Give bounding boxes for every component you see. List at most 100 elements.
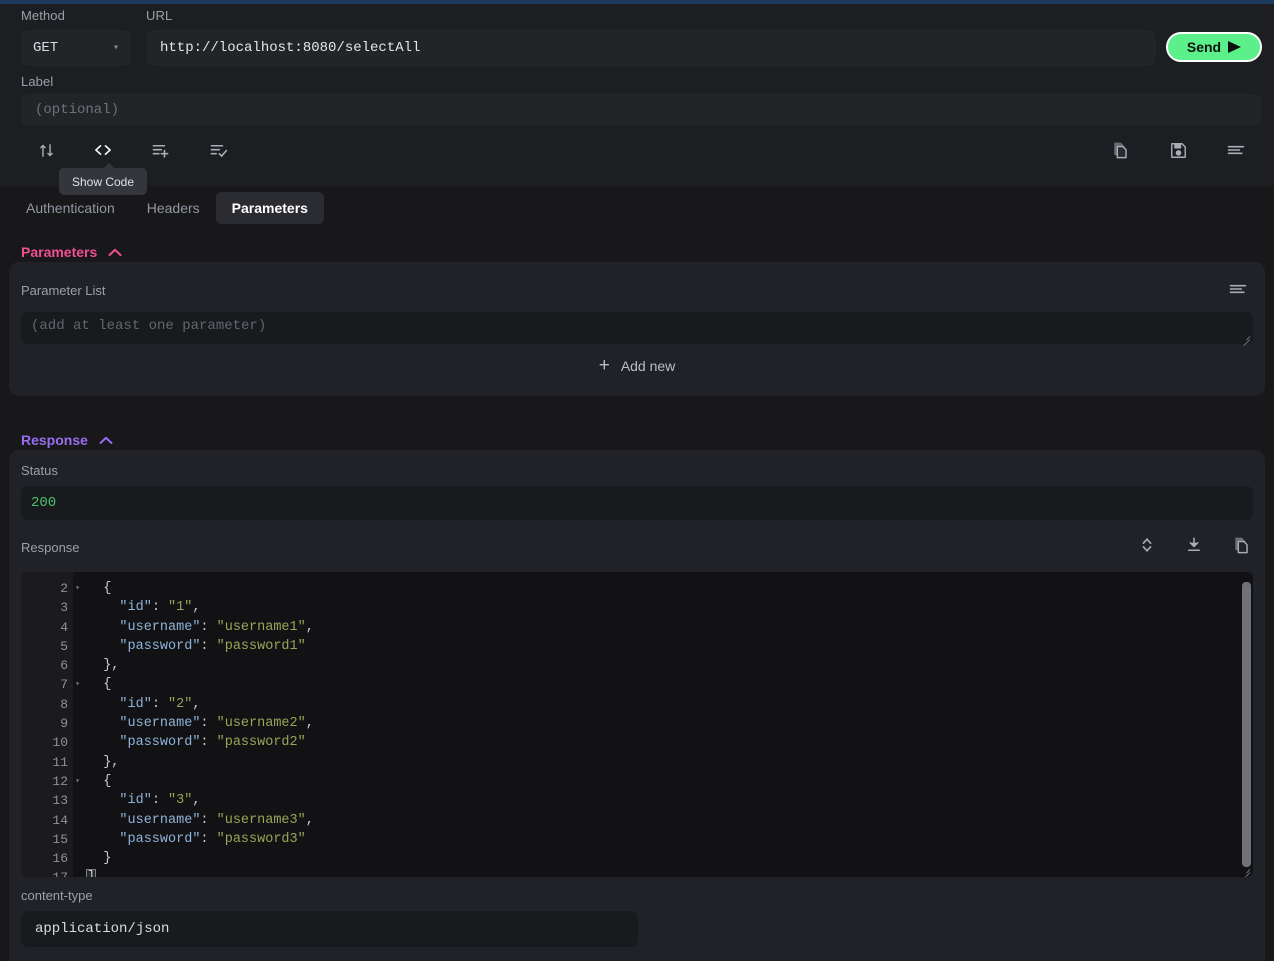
- method-select-value: GET: [33, 40, 59, 56]
- expand-collapse-icon[interactable]: [1133, 532, 1161, 558]
- menu-icon[interactable]: [1216, 130, 1256, 170]
- status-label: Status: [21, 463, 58, 478]
- editor-code-line: },: [87, 753, 1253, 772]
- parameter-list-placeholder: (add at least one parameter): [31, 318, 267, 334]
- code-token: ,: [192, 600, 201, 616]
- resize-grip-icon: [1240, 332, 1251, 347]
- code-token: "username": [119, 716, 201, 732]
- parameters-card: Parameter List (add at least one paramet…: [9, 262, 1265, 396]
- parameter-list-label: Parameter List: [21, 283, 106, 298]
- copy-icon[interactable]: [1100, 130, 1140, 170]
- sort-transfer-icon[interactable]: [26, 130, 66, 170]
- editor-scrollbar-thumb[interactable]: [1242, 582, 1251, 867]
- list-check-icon[interactable]: [198, 130, 238, 170]
- editor-code-line: {: [87, 675, 1253, 694]
- code-token: ]: [85, 869, 97, 877]
- tooltip-text: Show Code: [71, 174, 135, 189]
- editor-line-number: 12 ▾: [21, 772, 80, 791]
- editor-code-line: "password": "password2": [87, 733, 1253, 752]
- content-type-value: application/json: [21, 911, 638, 947]
- code-token: "password": [119, 735, 201, 751]
- code-token: "password3": [216, 831, 306, 847]
- code-token: ,: [305, 619, 314, 635]
- download-icon[interactable]: [1180, 532, 1208, 558]
- editor-line-number: 15: [52, 831, 68, 847]
- code-token: {: [87, 581, 112, 596]
- editor-line-numbers: 2▾ 3 4 5 67▾ 8 9 10 11 12▾ 13 14 15 1617: [21, 572, 80, 877]
- code-token: {: [87, 677, 112, 693]
- send-button-label: Send: [1186, 39, 1222, 55]
- tooltip-show-code: Show Code: [59, 163, 147, 195]
- list-plus-icon[interactable]: [140, 130, 180, 170]
- code-token: :: [200, 735, 217, 751]
- editor-code-line: "password": "password1": [87, 637, 1253, 656]
- code-token: ,: [305, 812, 314, 828]
- code-token: },: [87, 658, 120, 674]
- code-token: :: [151, 600, 169, 616]
- editor-scrollbar[interactable]: [1242, 576, 1251, 872]
- editor-line-number: 4: [60, 619, 68, 635]
- editor-code-line: {: [87, 579, 1253, 598]
- method-label: Method: [21, 8, 65, 23]
- editor-code-line: }: [87, 849, 1253, 868]
- code-token: "id": [119, 600, 152, 616]
- response-card: Status 200 Response 2 ▾ 3 4 5 6 7 ▾ 8 9 10 11 12 ▾ 13 1…: [9, 450, 1265, 961]
- code-token: :: [151, 696, 169, 712]
- tab-authentication[interactable]: Authentication: [10, 192, 131, 224]
- code-token: "password": [119, 831, 201, 847]
- code-token: "id": [119, 793, 152, 809]
- send-button[interactable]: Send: [1166, 32, 1262, 62]
- fold-toggle-icon[interactable]: ▾: [75, 675, 80, 694]
- parameters-section-header[interactable]: Parameters: [21, 244, 122, 260]
- editor-line-number: 9: [60, 716, 68, 732]
- parameter-list-input[interactable]: (add at least one parameter): [21, 312, 1253, 347]
- editor-code-content[interactable]: { "id": "1", "username": "username1", "p…: [73, 572, 1253, 877]
- parameters-section-title: Parameters: [21, 244, 98, 260]
- status-value: 200: [21, 486, 1253, 520]
- label-input[interactable]: (optional): [21, 94, 1262, 126]
- chevron-up-icon: [99, 436, 113, 444]
- code-token: {: [87, 773, 112, 789]
- add-new-label: Add new: [620, 357, 676, 374]
- code-token: ,: [192, 793, 201, 809]
- fold-toggle-icon[interactable]: ▾: [75, 772, 80, 791]
- editor-code-line: "username": "username1",: [87, 618, 1253, 637]
- content-type-label: content-type: [21, 888, 93, 903]
- tab-headers[interactable]: Headers: [131, 192, 216, 224]
- editor-line-number: 6: [60, 658, 68, 674]
- method-select[interactable]: GET ▾: [21, 30, 131, 66]
- url-input[interactable]: http://localhost:8080/selectAll: [146, 30, 1156, 66]
- editor-line-number: 5: [60, 638, 68, 654]
- editor-line-number: 3: [60, 600, 68, 616]
- tab-parameters[interactable]: Parameters: [215, 192, 324, 224]
- response-section-header[interactable]: Response: [21, 432, 113, 448]
- editor-line-number: 7 ▾: [21, 675, 80, 694]
- code-token: "1": [168, 600, 193, 616]
- code-token: "username": [119, 812, 201, 828]
- fold-toggle-icon[interactable]: ▾: [75, 579, 80, 598]
- editor-code-line: "password": "password3": [87, 830, 1253, 849]
- chevron-up-icon: [108, 248, 122, 256]
- add-new-parameter-button[interactable]: + Add new: [9, 356, 1265, 375]
- save-icon[interactable]: [1158, 130, 1198, 170]
- parameter-list-menu-icon[interactable]: [1225, 278, 1251, 300]
- editor-code-line: "id": "3",: [87, 791, 1253, 810]
- editor-code-line: "username": "username2",: [87, 714, 1253, 733]
- editor-line-number: 16: [52, 851, 68, 867]
- code-token: :: [200, 716, 217, 732]
- label-field-label: Label: [21, 74, 54, 89]
- url-label: URL: [146, 8, 173, 23]
- code-token: :: [200, 638, 217, 654]
- chevron-down-icon: ▾: [112, 43, 119, 54]
- code-token: :: [200, 619, 217, 635]
- code-token: ,: [305, 716, 314, 732]
- response-body-editor[interactable]: 2▾ 3 4 5 67▾ 8 9 10 11 12▾ 13 14 15 1617 { "id": "1",…: [21, 572, 1253, 877]
- copy-icon[interactable]: [1227, 532, 1255, 558]
- editor-line-number: 17: [21, 868, 73, 877]
- editor-line-number: 10: [52, 735, 68, 751]
- response-section-title: Response: [21, 432, 88, 448]
